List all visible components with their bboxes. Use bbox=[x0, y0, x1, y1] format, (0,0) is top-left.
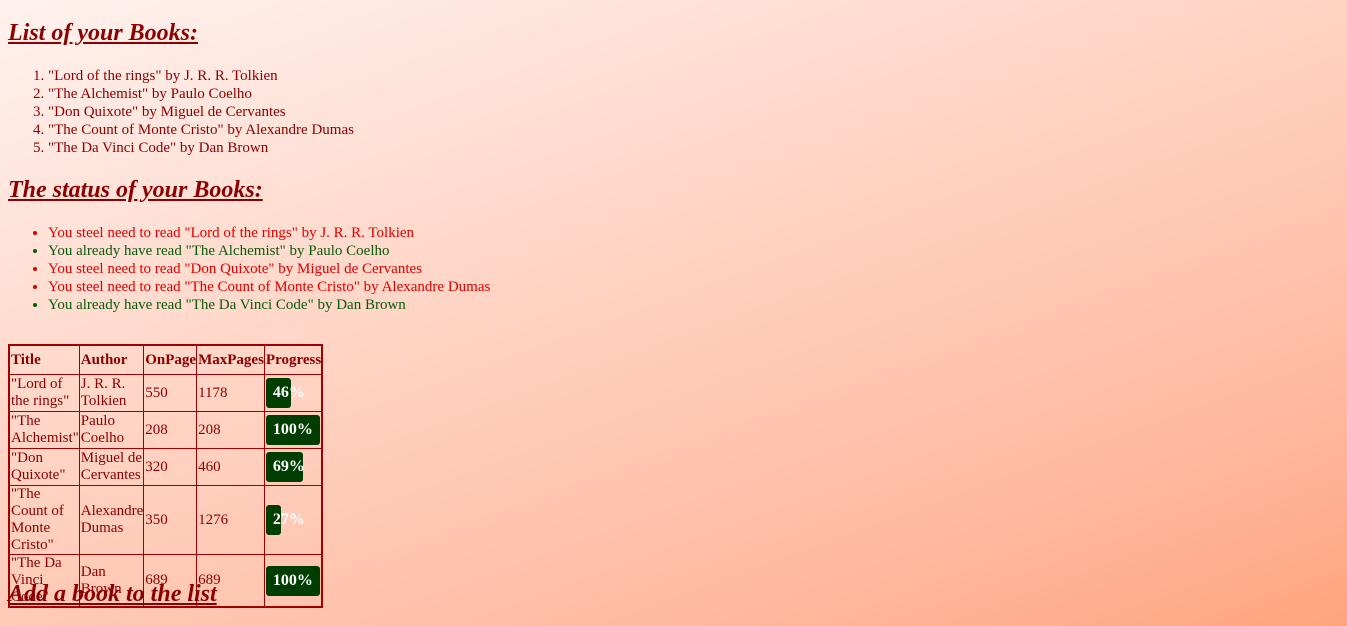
status-item: You already have read "The Da Vinci Code… bbox=[48, 296, 648, 314]
cell-author: Miguel de Cervantes bbox=[78, 448, 145, 486]
header-author: Author bbox=[78, 344, 145, 375]
header-onpage: OnPage bbox=[143, 344, 198, 375]
cell-maxpages: 1276 bbox=[196, 485, 265, 555]
list-item: "Don Quixote" by Miguel de Cervantes bbox=[48, 103, 548, 121]
table-header-row: Title Author OnPage MaxPages Progress bbox=[8, 344, 323, 375]
status-heading: The status of your Books: bbox=[8, 177, 263, 203]
cell-progress: 27% bbox=[263, 485, 323, 555]
progress-bar: 100% bbox=[265, 415, 321, 445]
status-item: You steel need to read "Don Quixote" by … bbox=[48, 260, 648, 278]
table-row: "The Count of Monte Cristo" Alexandre Du… bbox=[8, 485, 323, 555]
books-list-heading: List of your Books: bbox=[8, 20, 199, 46]
cell-onpage: 350 bbox=[143, 485, 198, 555]
cell-onpage: 320 bbox=[143, 448, 198, 486]
progress-bar: 69% bbox=[265, 452, 305, 482]
progress-bar: 46% bbox=[265, 378, 305, 408]
cell-title: "Lord of the rings" bbox=[8, 374, 80, 412]
header-progress: Progress bbox=[263, 344, 323, 375]
cell-author: J. R. R. Tolkien bbox=[78, 374, 145, 412]
cell-progress: 46% bbox=[263, 374, 323, 412]
list-item: "Lord of the rings" by J. R. R. Tolkien bbox=[48, 67, 548, 85]
status-item: You already have read "The Alchemist" by… bbox=[48, 242, 648, 260]
cell-author: Paulo Coelho bbox=[78, 411, 145, 449]
header-maxpages: MaxPages bbox=[196, 344, 265, 375]
cell-maxpages: 208 bbox=[196, 411, 265, 449]
table-row: "The Alchemist" Paulo Coelho 208 208 100… bbox=[8, 411, 323, 449]
progress-bar: 27% bbox=[265, 505, 305, 535]
header-title: Title bbox=[8, 344, 80, 375]
cell-progress: 69% bbox=[263, 448, 323, 486]
list-item: "The Da Vinci Code" by Dan Brown bbox=[48, 139, 548, 157]
status-item: You steel need to read "Lord of the ring… bbox=[48, 224, 648, 242]
status-item: You steel need to read "The Count of Mon… bbox=[48, 278, 648, 296]
list-item: "The Count of Monte Cristo" by Alexandre… bbox=[48, 121, 548, 139]
cell-author: Alexandre Dumas bbox=[78, 485, 145, 555]
cell-progress: 100% bbox=[263, 554, 323, 608]
status-list: You steel need to read "Lord of the ring… bbox=[8, 224, 648, 314]
cell-maxpages: 1178 bbox=[196, 374, 265, 412]
books-list: "Lord of the rings" by J. R. R. Tolkien … bbox=[8, 67, 548, 157]
cell-title: "The Count of Monte Cristo" bbox=[8, 485, 80, 555]
table-row: "Don Quixote" Miguel de Cervantes 320 46… bbox=[8, 448, 323, 486]
cell-progress: 100% bbox=[263, 411, 323, 449]
cell-maxpages: 460 bbox=[196, 448, 265, 486]
progress-bar: 100% bbox=[265, 565, 321, 596]
books-table: Title Author OnPage MaxPages Progress "L… bbox=[8, 344, 324, 608]
add-book-link[interactable]: Add a book to the list bbox=[8, 580, 217, 608]
list-item: "The Alchemist" by Paulo Coelho bbox=[48, 85, 548, 103]
cell-title: "Don Quixote" bbox=[8, 448, 80, 486]
cell-onpage: 208 bbox=[143, 411, 198, 449]
cell-onpage: 550 bbox=[143, 374, 198, 412]
table-row: "Lord of the rings" J. R. R. Tolkien 550… bbox=[8, 374, 323, 412]
cell-title: "The Alchemist" bbox=[8, 411, 80, 449]
